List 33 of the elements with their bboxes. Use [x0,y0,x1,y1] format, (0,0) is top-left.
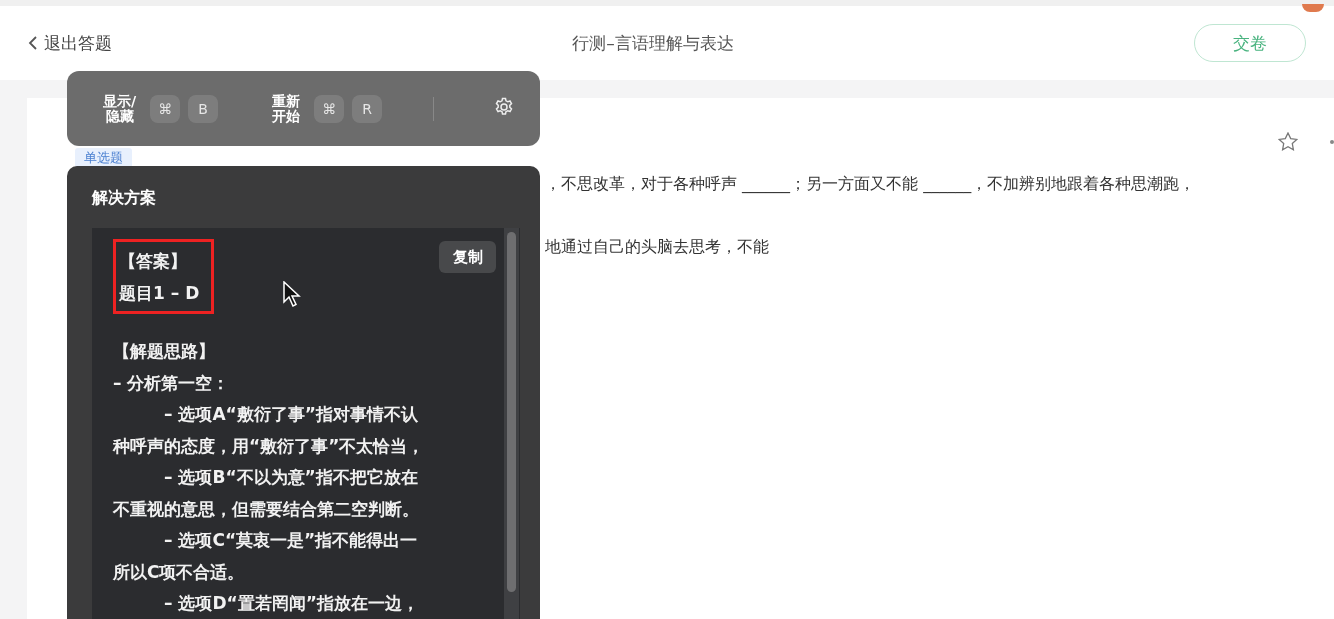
settings-icon[interactable] [494,96,514,117]
answer-text: 题目1 – D [119,281,200,305]
more-icon[interactable] [1330,140,1334,144]
reasoning-line: – 选项B“不以为意”指不把它放在 [164,466,418,489]
panel-title: 解决方案 [92,188,156,209]
back-button[interactable]: 退出答题 [28,31,112,55]
page-title: 行测–言语理解与表达 [571,31,735,55]
reasoning-line: – 分析第一空： [113,371,230,395]
reasoning-line: – 选项D“置若罔闻”指放在一边， [164,592,419,615]
reasoning-line: 所以C项不合适。 [113,560,245,584]
reasoning-line: 不重视的意思，但需要结合第二空判断。 [113,497,419,521]
key-cap[interactable]: R [352,94,383,123]
reasoning-line: – 选项C“莫衷一是”指不能得出一 [164,529,418,552]
submit-button[interactable]: 交卷 [1194,24,1306,62]
question-text: 地通过自己的头脑去思考，不能 [545,237,770,258]
reasoning-line: – 选项A“敷衍了事”指对事情不认 [164,403,418,426]
copy-button[interactable]: 复制 [439,241,496,273]
scrollbar-track[interactable] [504,228,519,619]
avatar[interactable] [1302,4,1324,12]
key-cap[interactable]: B [188,94,219,123]
scrollbar-thumb[interactable] [507,232,516,592]
reasoning-heading: 【解题思路】 [113,340,215,363]
question-type-tag: 单选题 [75,148,132,168]
question-text: ，不思改革，对于各种呼声 ______；另一方面又不能 ______，不加辨别地跟着各种思潮跑， [545,174,1196,195]
cursor-icon [283,281,301,307]
answer-heading: 【答案】 [119,250,187,273]
reasoning-line: 种呼声的态度，用“敷衍了事”不太恰当， [113,434,425,458]
shortcut-label: 重新 开始 [272,93,301,124]
key-cap[interactable]: ⌘ [150,94,181,123]
chevron-left-icon [28,35,38,51]
star-icon[interactable] [1278,132,1298,151]
key-cap[interactable]: ⌘ [314,94,345,123]
shortcut-label: 显示/ 隐藏 [103,93,137,124]
